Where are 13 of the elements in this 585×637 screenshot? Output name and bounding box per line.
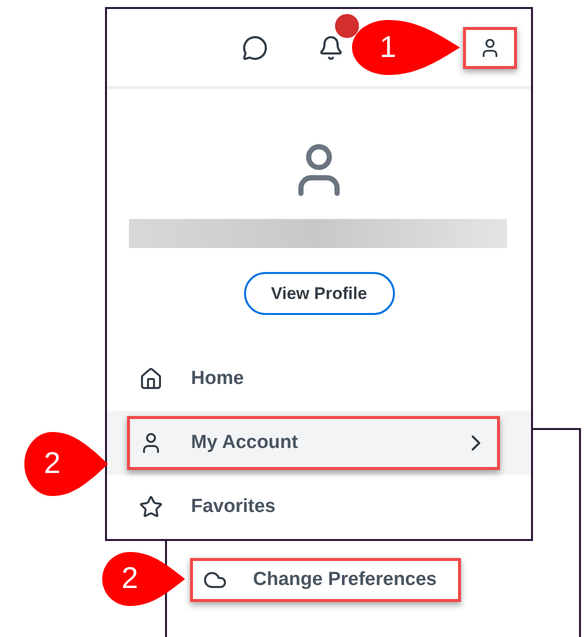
- menu-item[interactable]: My Account: [127, 416, 500, 470]
- menu-item-row[interactable]: Favorites: [107, 475, 531, 539]
- menu-item[interactable]: Home: [127, 352, 500, 406]
- menu-item-row[interactable]: Home: [107, 347, 531, 411]
- menu-icon: [139, 367, 163, 391]
- submenu-item[interactable]: Change Preferences: [190, 558, 461, 602]
- view-profile-button[interactable]: View Profile: [244, 272, 394, 315]
- bell-icon[interactable]: [318, 34, 344, 60]
- chat-icon[interactable]: [242, 34, 268, 60]
- menu-icon: [139, 495, 163, 519]
- profile-button[interactable]: [463, 26, 517, 68]
- menu-item-row[interactable]: My Account: [107, 411, 531, 475]
- menu-item[interactable]: Favorites: [127, 480, 500, 534]
